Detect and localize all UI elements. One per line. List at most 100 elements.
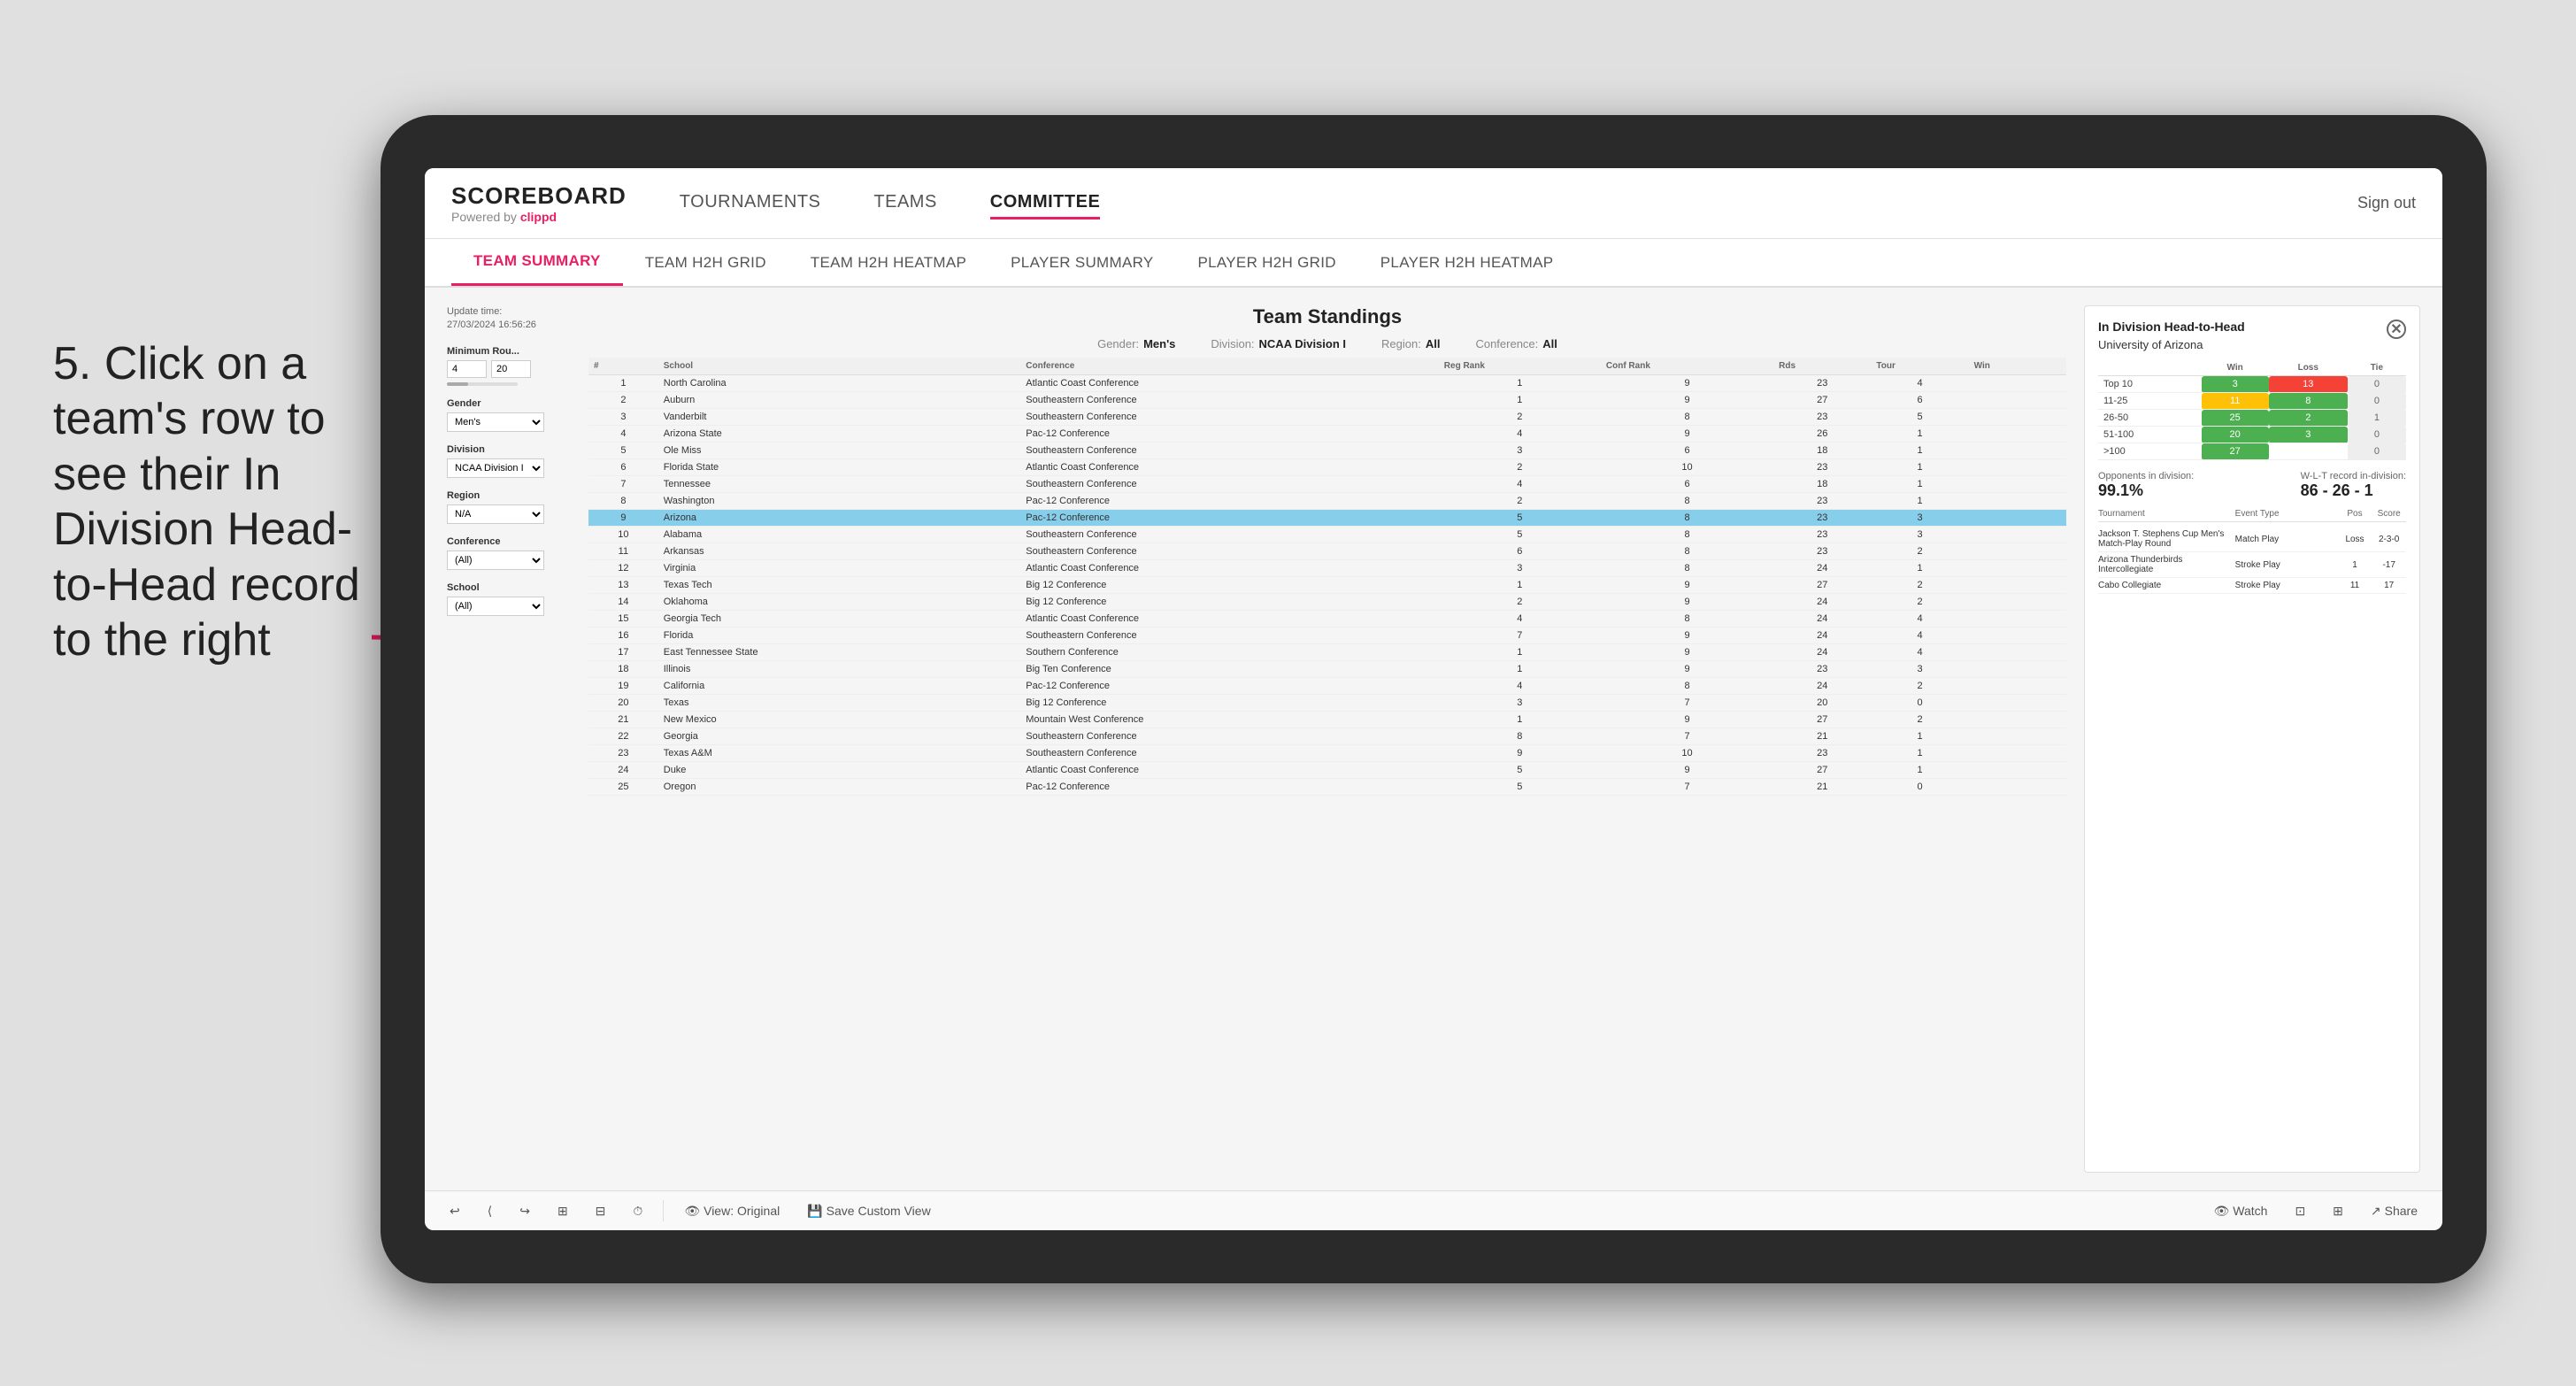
h2h-school: University of Arizona [2098, 338, 2245, 351]
reg-rank-cell: 2 [1439, 493, 1601, 510]
h2h-loss-cell: 3 [2269, 427, 2348, 443]
sub-nav-team-h2h-grid[interactable]: TEAM H2H GRID [623, 239, 788, 286]
tour-cell: 1 [1871, 728, 1968, 745]
gender-chip-label: Gender: [1097, 337, 1139, 350]
rank-cell: 7 [588, 476, 658, 493]
filter-conference-select[interactable]: (All) [447, 551, 544, 570]
clock-button[interactable]: ⏱ [626, 1200, 650, 1222]
table-row[interactable]: 19 California Pac-12 Conference 4 8 24 2 [588, 678, 2066, 695]
save-custom-button[interactable]: 💾 Save Custom View [800, 1200, 937, 1222]
table-row[interactable]: 10 Alabama Southeastern Conference 5 8 2… [588, 527, 2066, 543]
h2h-wlt-stat: W-L-T record in-division: 86 - 26 - 1 [2301, 471, 2406, 500]
nav-committee[interactable]: COMMITTEE [990, 188, 1101, 219]
rank-cell: 8 [588, 493, 658, 510]
h2h-close-button[interactable]: ✕ [2387, 320, 2406, 339]
rank-cell: 22 [588, 728, 658, 745]
sub-nav-player-h2h-grid[interactable]: PLAYER H2H GRID [1176, 239, 1358, 286]
copy-button[interactable]: ⊞ [550, 1200, 575, 1222]
win-cell [1969, 611, 2066, 628]
table-row[interactable]: 12 Virginia Atlantic Coast Conference 3 … [588, 560, 2066, 577]
filter-region-select[interactable]: N/A [447, 504, 544, 524]
table-row[interactable]: 24 Duke Atlantic Coast Conference 5 9 27… [588, 762, 2066, 779]
h2h-row: 11-25 11 8 0 [2098, 393, 2406, 410]
school-cell: Oklahoma [658, 594, 1021, 611]
nav-teams[interactable]: TEAMS [873, 188, 936, 219]
filter-region: Region N/A [447, 490, 571, 524]
school-cell: Florida [658, 628, 1021, 644]
share-button[interactable]: ↗ Share [2364, 1200, 2425, 1222]
step-back-button[interactable]: ⟨ [481, 1200, 499, 1222]
table-row[interactable]: 18 Illinois Big Ten Conference 1 9 23 3 [588, 661, 2066, 678]
rank-cell: 5 [588, 443, 658, 459]
rds-cell: 18 [1773, 443, 1871, 459]
win-cell [1969, 476, 2066, 493]
filter-school-select[interactable]: (All) [447, 597, 544, 616]
min-rounds-min-input[interactable] [447, 360, 487, 378]
table-row[interactable]: 17 East Tennessee State Southern Confere… [588, 644, 2066, 661]
redo-button[interactable]: ↪ [512, 1200, 537, 1222]
min-rounds-max-input[interactable] [491, 360, 531, 378]
conference-cell: Pac-12 Conference [1020, 678, 1439, 695]
layout-button[interactable]: ⊡ [2288, 1200, 2312, 1222]
filter-gender-select[interactable]: Men's [447, 412, 544, 432]
table-row[interactable]: 22 Georgia Southeastern Conference 8 7 2… [588, 728, 2066, 745]
table-row[interactable]: 16 Florida Southeastern Conference 7 9 2… [588, 628, 2066, 644]
sub-nav-team-h2h-heatmap[interactable]: TEAM H2H HEATMAP [788, 239, 988, 286]
table-row[interactable]: 5 Ole Miss Southeastern Conference 3 6 1… [588, 443, 2066, 459]
col-rank: # [588, 358, 658, 375]
watch-button[interactable]: 👁 Watch [2207, 1200, 2275, 1222]
tournament-score: 17 [2372, 581, 2406, 590]
win-cell [1969, 510, 2066, 527]
h2h-tournament-header: Tournament Event Type Pos Score [2098, 509, 2406, 522]
table-row[interactable]: 6 Florida State Atlantic Coast Conferenc… [588, 459, 2066, 476]
sign-out-button[interactable]: Sign out [2357, 194, 2416, 212]
tour-cell: 3 [1871, 661, 1968, 678]
table-row[interactable]: 13 Texas Tech Big 12 Conference 1 9 27 2 [588, 577, 2066, 594]
conference-cell: Southeastern Conference [1020, 527, 1439, 543]
conference-cell: Southeastern Conference [1020, 392, 1439, 409]
nav-items: TOURNAMENTS TEAMS COMMITTEE [680, 188, 2357, 219]
table-row[interactable]: 14 Oklahoma Big 12 Conference 2 9 24 2 [588, 594, 2066, 611]
table-row[interactable]: 9 Arizona Pac-12 Conference 5 8 23 3 [588, 510, 2066, 527]
grid-button[interactable]: ⊞ [2326, 1200, 2350, 1222]
school-cell: Tennessee [658, 476, 1021, 493]
sub-nav-player-summary[interactable]: PLAYER SUMMARY [988, 239, 1175, 286]
school-cell: Auburn [658, 392, 1021, 409]
win-cell [1969, 712, 2066, 728]
table-row[interactable]: 15 Georgia Tech Atlantic Coast Conferenc… [588, 611, 2066, 628]
filter-division-select[interactable]: NCAA Division I [447, 458, 544, 478]
rds-cell: 23 [1773, 493, 1871, 510]
sub-nav-team-summary[interactable]: TEAM SUMMARY [451, 239, 623, 286]
h2h-range-cell: 51-100 [2098, 427, 2202, 443]
table-row[interactable]: 8 Washington Pac-12 Conference 2 8 23 1 [588, 493, 2066, 510]
rds-cell: 23 [1773, 543, 1871, 560]
rank-cell: 3 [588, 409, 658, 426]
reg-rank-cell: 1 [1439, 577, 1601, 594]
h2h-tie-cell: 0 [2348, 393, 2406, 410]
table-row[interactable]: 4 Arizona State Pac-12 Conference 4 9 26… [588, 426, 2066, 443]
h2h-range-cell: Top 10 [2098, 376, 2202, 393]
table-row[interactable]: 23 Texas A&M Southeastern Conference 9 1… [588, 745, 2066, 762]
win-cell [1969, 426, 2066, 443]
paste-button[interactable]: ⊟ [588, 1200, 613, 1222]
table-row[interactable]: 25 Oregon Pac-12 Conference 5 7 21 0 [588, 779, 2066, 796]
table-row[interactable]: 3 Vanderbilt Southeastern Conference 2 8… [588, 409, 2066, 426]
table-row[interactable]: 11 Arkansas Southeastern Conference 6 8 … [588, 543, 2066, 560]
table-row[interactable]: 2 Auburn Southeastern Conference 1 9 27 … [588, 392, 2066, 409]
table-row[interactable]: 1 North Carolina Atlantic Coast Conferen… [588, 375, 2066, 392]
table-row[interactable]: 7 Tennessee Southeastern Conference 4 6 … [588, 476, 2066, 493]
filter-school-label: School [447, 582, 571, 593]
win-cell [1969, 409, 2066, 426]
filter-slider[interactable] [447, 382, 518, 386]
table-row[interactable]: 21 New Mexico Mountain West Conference 1… [588, 712, 2066, 728]
table-row[interactable]: 20 Texas Big 12 Conference 3 7 20 0 [588, 695, 2066, 712]
undo-button[interactable]: ↩ [442, 1200, 467, 1222]
win-cell [1969, 728, 2066, 745]
view-original-button[interactable]: 👁 View: Original [677, 1200, 787, 1222]
sub-nav-player-h2h-heatmap[interactable]: PLAYER H2H HEATMAP [1358, 239, 1576, 286]
conference-chip-label: Conference: [1475, 337, 1538, 350]
tour-cell: 1 [1871, 426, 1968, 443]
conf-rank-cell: 9 [1601, 577, 1773, 594]
bottom-toolbar: ↩ ⟨ ↪ ⊞ ⊟ ⏱ 👁 View: Original 💾 Save Cust… [425, 1190, 2442, 1230]
nav-tournaments[interactable]: TOURNAMENTS [680, 188, 821, 219]
